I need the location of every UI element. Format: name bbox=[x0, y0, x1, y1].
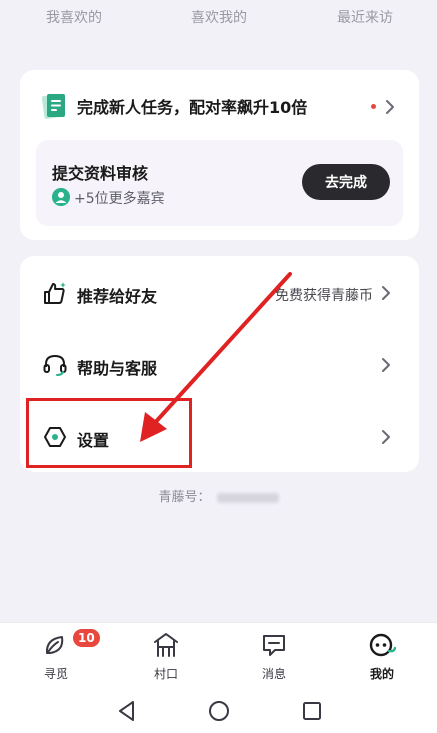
settings-hexagon-icon bbox=[44, 427, 66, 447]
account-id-label: 青藤号： bbox=[158, 490, 211, 505]
leaf-icon bbox=[45, 636, 64, 654]
task-card: 完成新人任务，配对率飙升10倍 提交资料审核 +5位更多嘉宾 去完成 bbox=[20, 70, 419, 240]
chevron-right-icon bbox=[382, 286, 390, 300]
tab-i-liked[interactable]: 我喜欢的 bbox=[46, 7, 102, 27]
menu-item-help[interactable]: 帮助与客服 bbox=[20, 328, 419, 400]
tab-label: 消息 bbox=[261, 667, 286, 681]
account-id-masked bbox=[216, 492, 279, 503]
recents-square-icon[interactable] bbox=[297, 696, 327, 726]
guest-count-text: +5位更多嘉宾 bbox=[74, 191, 165, 207]
face-icon bbox=[369, 633, 396, 657]
system-nav-bar bbox=[0, 688, 437, 733]
complete-task-button[interactable]: 去完成 bbox=[302, 164, 390, 200]
chat-icon bbox=[263, 635, 285, 656]
menu-item-label: 设置 bbox=[77, 431, 110, 450]
chevron-right-icon bbox=[382, 430, 390, 444]
tab-village-entrance[interactable]: 村口 bbox=[126, 623, 206, 689]
home-circle-icon[interactable] bbox=[204, 696, 234, 726]
tab-recent-visitors[interactable]: 最近来访 bbox=[337, 7, 393, 27]
unread-dot bbox=[371, 104, 376, 109]
chevron-right-icon bbox=[382, 358, 390, 372]
guest-avatar-icon bbox=[52, 188, 70, 206]
chevron-right-icon bbox=[386, 100, 394, 114]
gate-icon bbox=[154, 633, 178, 657]
menu-item-label: 推荐给好友 bbox=[77, 287, 158, 306]
tab-messages[interactable]: 消息 bbox=[234, 623, 314, 689]
thumbs-up-icon bbox=[44, 282, 66, 304]
tab-label: 寻觅 bbox=[43, 667, 68, 681]
review-task-box: 提交资料审核 +5位更多嘉宾 去完成 bbox=[36, 140, 403, 226]
task-notebook-icon bbox=[42, 94, 65, 119]
account-id: 青藤号： bbox=[0, 486, 437, 505]
menu-card: 推荐给好友 免费获得青藤币 帮助与客服 设置 bbox=[20, 256, 419, 472]
menu-item-settings[interactable]: 设置 bbox=[20, 400, 419, 472]
tab-explore[interactable]: 10 寻觅 bbox=[16, 623, 100, 689]
unread-badge: 10 bbox=[73, 629, 100, 647]
tab-me[interactable]: 我的 bbox=[342, 623, 422, 689]
tab-label: 我的 bbox=[369, 667, 394, 681]
menu-item-label: 帮助与客服 bbox=[77, 359, 158, 378]
top-tabs: 我喜欢的 喜欢我的 最近来访 bbox=[0, 0, 437, 36]
back-triangle-icon[interactable] bbox=[112, 696, 142, 726]
review-task-title: 提交资料审核 bbox=[52, 164, 149, 183]
task-row[interactable]: 完成新人任务，配对率飙升10倍 bbox=[20, 70, 419, 142]
menu-item-hint: 免费获得青藤币 bbox=[275, 288, 373, 304]
bottom-tab-bar: 10 寻觅 村口 消息 我的 bbox=[0, 622, 437, 688]
tab-label: 村口 bbox=[153, 667, 178, 681]
tab-liked-me[interactable]: 喜欢我的 bbox=[191, 7, 247, 27]
task-title: 完成新人任务，配对率飙升10倍 bbox=[77, 98, 308, 117]
menu-item-recommend[interactable]: 推荐给好友 免费获得青藤币 bbox=[20, 256, 419, 328]
headset-icon bbox=[43, 354, 67, 376]
